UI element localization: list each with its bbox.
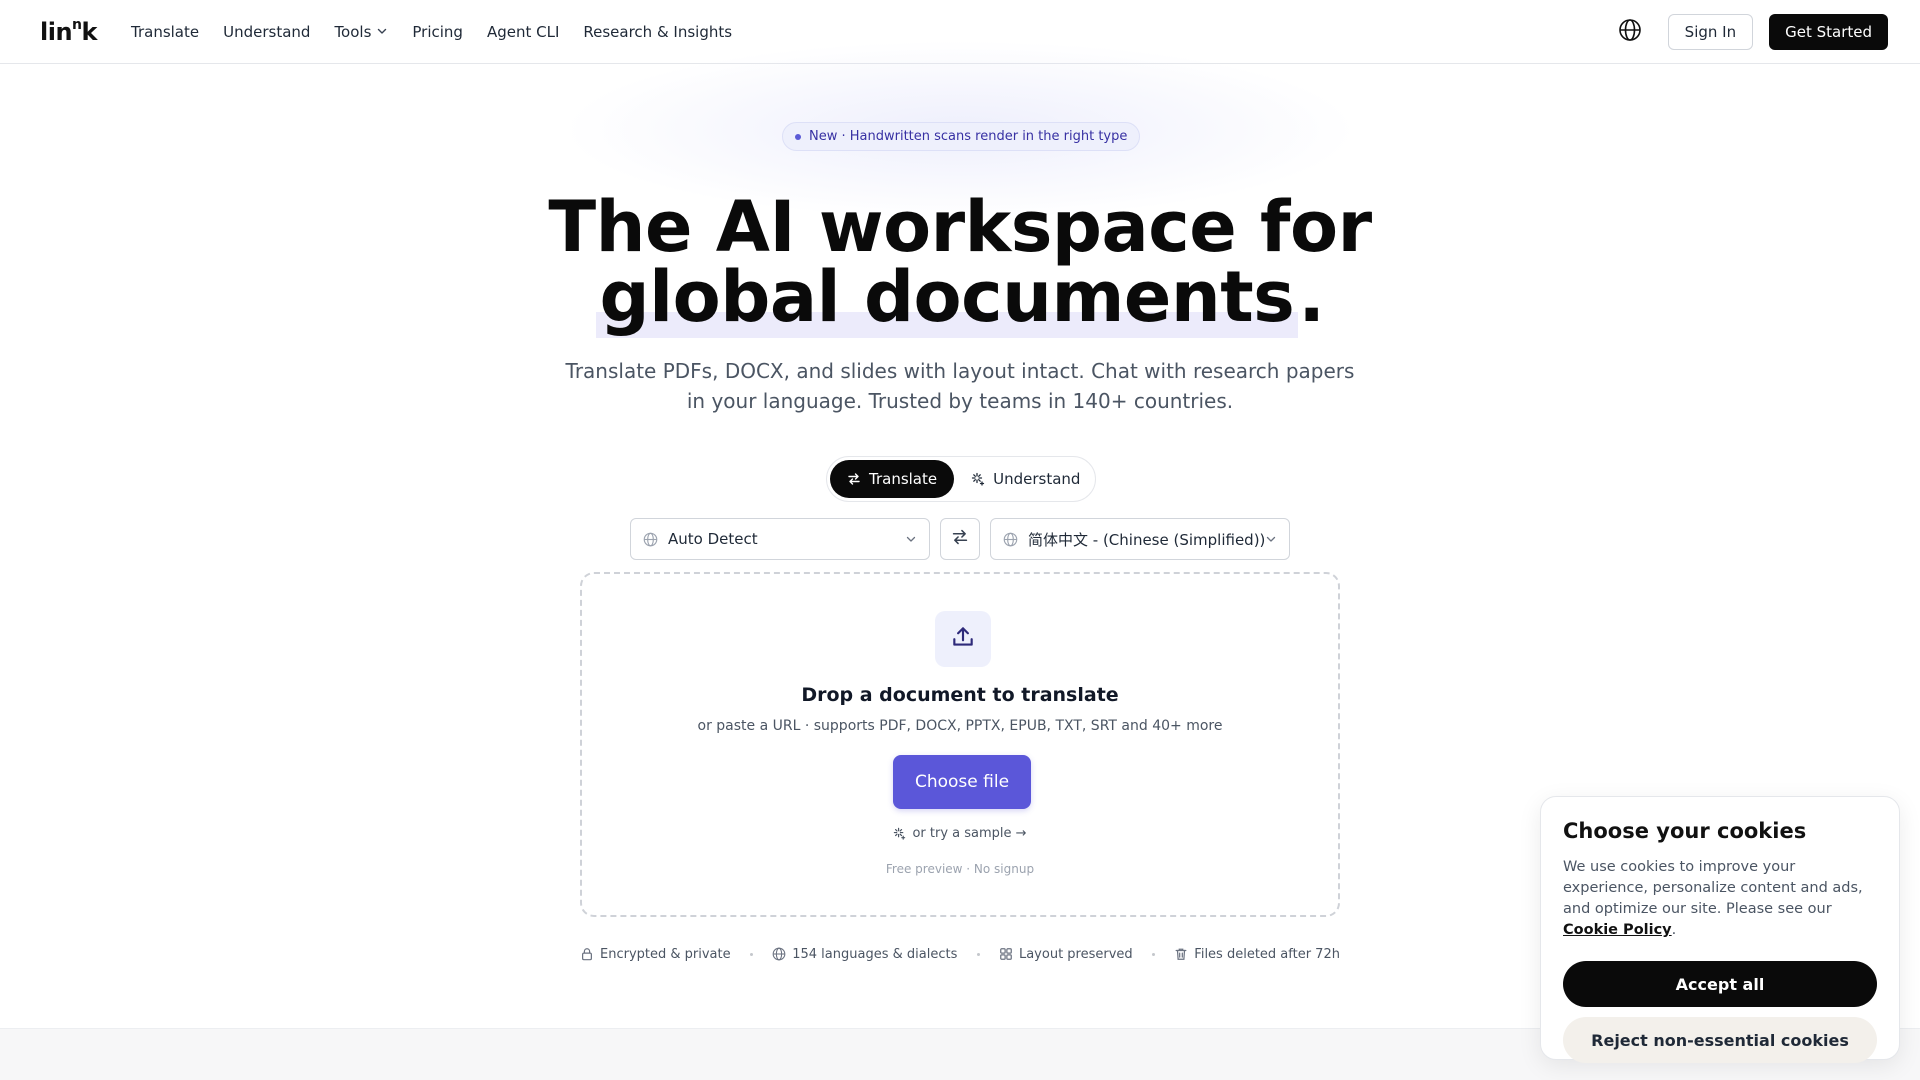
hero-title-highlight: global documents	[595, 256, 1299, 338]
hero-title-line1: The AI workspace for	[548, 186, 1372, 268]
lock-icon	[580, 947, 594, 961]
accept-all-cookies-button[interactable]: Accept all	[1563, 961, 1877, 1007]
nav-link-pricing[interactable]: Pricing	[412, 23, 463, 41]
nav-link-label: Understand	[223, 23, 311, 41]
feature-label: Layout preserved	[1018, 946, 1133, 962]
globe-icon	[1618, 18, 1642, 46]
cookie-text-end: .	[1671, 922, 1677, 938]
file-dropzone[interactable]: Drop a document to translate or paste a …	[580, 572, 1340, 917]
top-navbar: linnk Translate Understand Tools Pricing…	[0, 0, 1920, 64]
cookie-title: Choose your cookies	[1563, 819, 1807, 843]
feature-encrypted: Encrypted & private	[580, 947, 731, 962]
globe-icon	[772, 947, 786, 961]
mode-translate-button[interactable]: Translate	[830, 460, 955, 498]
hero-title-period: .	[1298, 256, 1325, 338]
target-language-select[interactable]: 简体中文 - (Chinese (Simplified))	[990, 518, 1290, 560]
source-language-value: Auto Detect	[668, 530, 758, 548]
feature-separator	[1151, 952, 1155, 956]
globe-icon	[1003, 532, 1018, 547]
nav-link-agent-cli[interactable]: Agent CLI	[487, 23, 559, 41]
badge-dot	[795, 133, 801, 140]
upload-icon-container	[935, 611, 991, 667]
nav-link-label: Translate	[131, 23, 200, 41]
trash-icon	[1174, 947, 1188, 961]
feature-languages: 154 languages & dialects	[772, 947, 957, 962]
globe-icon	[643, 532, 658, 547]
upload-icon	[950, 624, 976, 654]
nav-link-label: Agent CLI	[486, 23, 560, 41]
feature-label: Encrypted & private	[600, 946, 731, 962]
target-language-value: 简体中文 - (Chinese (Simplified))	[1028, 530, 1266, 549]
nav-link-label: Tools	[334, 23, 372, 41]
badge-text: New · Handwritten scans render in the ri…	[809, 129, 1128, 144]
feature-list: Encrypted & private 154 languages & dial…	[580, 944, 1340, 964]
nav-link-translate[interactable]: Translate	[131, 23, 199, 41]
chevron-down-icon	[905, 533, 917, 545]
hero-subtitle: Translate PDFs, DOCX, and slides with la…	[565, 359, 1355, 413]
reject-cookies-button[interactable]: Reject non-essential cookies	[1563, 1017, 1877, 1063]
nav-link-research[interactable]: Research & Insights	[583, 23, 732, 41]
choose-file-button[interactable]: Choose file	[893, 755, 1031, 809]
nav-link-understand[interactable]: Understand	[223, 23, 310, 41]
feature-separator	[976, 952, 980, 956]
feature-label: Files deleted after 72h	[1194, 946, 1340, 962]
feature-layout: Layout preserved	[999, 947, 1133, 962]
mode-toggle: Translate Understand	[826, 456, 1096, 502]
logo[interactable]: linnk	[40, 17, 98, 46]
nav-links: Translate Understand Tools Pricing Agent…	[131, 0, 756, 64]
try-sample-label: or try a sample →	[912, 826, 1027, 841]
hero-title: The AI workspace for global documents.	[0, 186, 1920, 338]
source-language-select[interactable]: Auto Detect	[630, 518, 930, 560]
cookie-consent-dialog: Choose your cookies We use cookies to im…	[1540, 796, 1900, 1063]
cookie-text: We use cookies to improve your experienc…	[1563, 859, 1863, 917]
logo-text: lin	[40, 18, 73, 46]
nav-actions: Sign In Get Started	[1616, 0, 1888, 64]
feature-separator	[749, 952, 753, 956]
sparkle-icon	[893, 827, 906, 840]
dropzone-note: Free preview · No signup	[885, 862, 1035, 876]
swap-languages-button[interactable]	[940, 518, 980, 560]
cookie-policy-link[interactable]: Cookie Policy	[1563, 922, 1672, 938]
chevron-down-icon	[1265, 533, 1277, 545]
logo-text-end: k	[81, 18, 98, 46]
grid-icon	[999, 947, 1013, 961]
feature-deletion: Files deleted after 72h	[1174, 947, 1340, 962]
hero-title-line2: global documents.	[0, 256, 1920, 338]
mode-understand-button[interactable]: Understand	[954, 460, 1097, 498]
logo-sup: n	[72, 17, 82, 33]
nav-link-label: Pricing	[412, 23, 463, 41]
get-started-button[interactable]: Get Started	[1769, 14, 1888, 50]
sparkle-icon	[971, 472, 985, 486]
sign-in-button[interactable]: Sign In	[1667, 14, 1754, 50]
nav-link-label: Research & Insights	[583, 23, 733, 41]
language-switcher[interactable]	[1616, 18, 1644, 46]
try-sample-link[interactable]: or try a sample →	[582, 826, 1338, 841]
mode-understand-label: Understand	[993, 470, 1081, 488]
swap-arrows-icon	[847, 472, 861, 486]
feature-label: 154 languages & dialects	[792, 946, 958, 962]
cookie-description: We use cookies to improve your experienc…	[1563, 857, 1877, 941]
announcement-badge[interactable]: New · Handwritten scans render in the ri…	[782, 122, 1141, 151]
swap-arrows-icon	[951, 528, 969, 550]
nav-link-tools[interactable]: Tools	[334, 23, 388, 41]
dropzone-title: Drop a document to translate	[801, 684, 1119, 706]
chevron-down-icon	[376, 23, 388, 41]
dropzone-subtitle: or paste a URL · supports PDF, DOCX, PPT…	[697, 718, 1223, 734]
mode-translate-label: Translate	[869, 470, 938, 488]
